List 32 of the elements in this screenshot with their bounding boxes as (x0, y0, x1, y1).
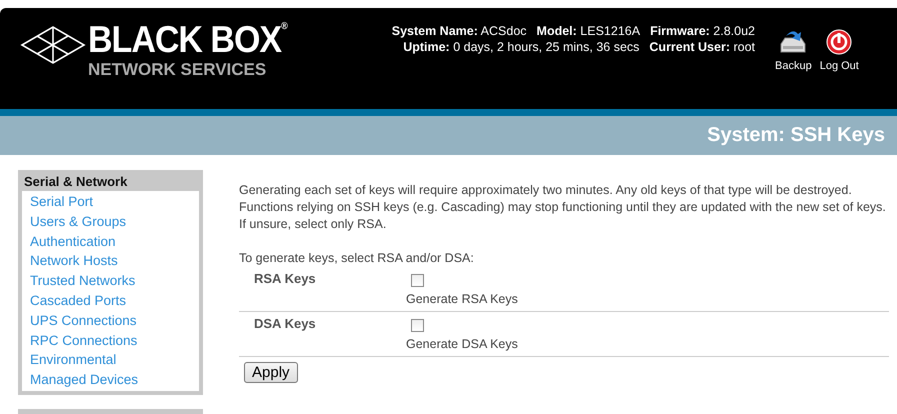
logo-wordmark: BLACK BOX$^{®}$ (88, 21, 287, 59)
sidebar-link[interactable]: UPS Connections (30, 310, 191, 331)
sidebar-link[interactable]: Users & Groups (30, 212, 191, 232)
logout-button[interactable]: Log Out (820, 28, 859, 72)
sidebar-link[interactable]: Trusted Networks (30, 271, 191, 291)
instruction-text: To generate keys, select RSA and/or DSA: (239, 250, 475, 267)
checkbox[interactable] (411, 319, 424, 332)
system-info-text: Firmware: 2.8.0u2 (650, 24, 755, 38)
checkbox[interactable] (411, 274, 424, 287)
backup-button[interactable]: Backup (775, 28, 812, 72)
system-info-text: Current User: root (649, 40, 755, 54)
diamond-logo-icon (20, 25, 86, 65)
apply-button[interactable]: Apply (244, 362, 298, 383)
sidebar-heading: Serial & Network (23, 173, 128, 191)
checkbox-label: Generate DSA Keys (406, 337, 518, 351)
sidebar-link[interactable]: RPC Connections (30, 330, 191, 350)
checkbox-label: Generate RSA Keys (406, 292, 518, 306)
sidebar-link[interactable]: Managed Devices (30, 370, 191, 390)
page-title: System: SSH Keys (707, 124, 885, 147)
sidebar-link[interactable]: Serial Port (30, 192, 191, 212)
system-info-text: Uptime: 0 days, 2 hours, 25 mins, 36 secs (403, 40, 640, 54)
field-label: DSA Keys (253, 316, 317, 333)
sidebar-link[interactable]: Cascaded Ports (30, 290, 191, 311)
logo-tagline: NETWORK SERVICES (88, 61, 268, 78)
system-info-text: Model: LES1216A (536, 24, 640, 38)
intro-paragraph: Generating each set of keys will require approximately two minutes. Any old keys of that type will be destroyed. Functions relying on SSH keys (e.g. Cascading) may stop functioning until they are updated with the new set of keys. If unsure, select only RSA. (239, 182, 887, 233)
power-icon (825, 28, 854, 56)
sidebar-link[interactable]: Network Hosts (30, 251, 191, 272)
sidebar-link[interactable]: Environmental (30, 350, 191, 370)
system-info-text: System Name: ACSdoc (392, 24, 527, 38)
sidebar-link[interactable]: Authentication (30, 232, 191, 252)
field-label: RSA Keys (253, 271, 317, 288)
